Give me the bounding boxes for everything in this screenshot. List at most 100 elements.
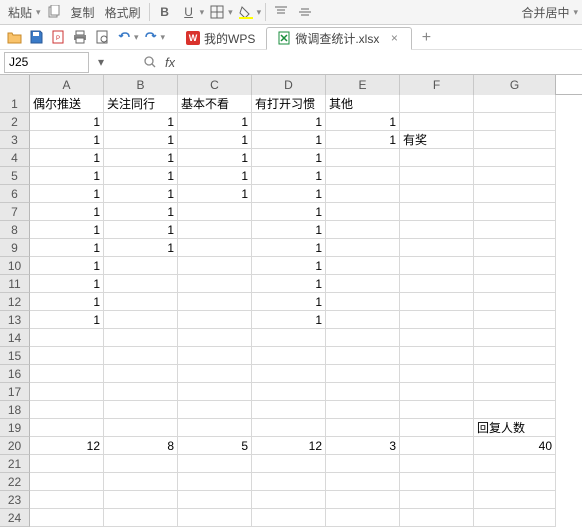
cell[interactable] [178,275,252,293]
copy-label[interactable]: 复制 [67,4,99,21]
cell[interactable] [400,275,474,293]
cell[interactable] [252,401,326,419]
cell[interactable] [400,185,474,203]
cell[interactable] [326,167,400,185]
cell[interactable] [400,239,474,257]
cell[interactable] [104,509,178,527]
merge-center-label[interactable]: 合并居中 [517,4,573,21]
close-icon[interactable]: × [387,31,401,45]
row-header[interactable]: 21 [0,455,30,473]
cell[interactable]: 1 [252,257,326,275]
cell[interactable] [326,275,400,293]
cell[interactable]: 1 [104,113,178,131]
tab-current-file[interactable]: 微调查统计.xlsx × [266,27,412,50]
cell[interactable] [474,95,556,113]
cell[interactable]: 1 [178,149,252,167]
new-tab-button[interactable]: + [416,28,436,48]
column-header[interactable]: F [400,75,474,95]
cell[interactable] [30,365,104,383]
fill-color-button[interactable] [235,2,257,22]
cell[interactable] [474,491,556,509]
redo-dd-icon[interactable]: ▾ [161,32,166,43]
cell[interactable] [178,311,252,329]
row-header[interactable]: 4 [0,149,30,167]
cell[interactable] [326,221,400,239]
cell[interactable] [474,275,556,293]
cell[interactable] [104,491,178,509]
cell[interactable] [178,419,252,437]
cell[interactable] [400,95,474,113]
cell[interactable]: 1 [252,203,326,221]
cell[interactable]: 1 [30,221,104,239]
cell[interactable] [326,293,400,311]
cell[interactable] [178,491,252,509]
tab-wps-home[interactable]: W 我的WPS [175,27,266,50]
cell[interactable] [104,365,178,383]
cell[interactable] [474,293,556,311]
cell[interactable] [400,203,474,221]
cell[interactable] [326,473,400,491]
row-header[interactable]: 3 [0,131,30,149]
cell[interactable] [474,311,556,329]
row-header[interactable]: 6 [0,185,30,203]
cell[interactable]: 1 [30,203,104,221]
cell[interactable] [104,455,178,473]
cell[interactable] [178,401,252,419]
cell[interactable] [400,329,474,347]
cell[interactable] [252,455,326,473]
border-button[interactable] [206,2,228,22]
column-header[interactable]: B [104,75,178,95]
cell[interactable] [326,401,400,419]
cell[interactable] [104,275,178,293]
cell[interactable]: 1 [104,149,178,167]
cell[interactable]: 1 [30,311,104,329]
cell[interactable] [474,509,556,527]
cell[interactable]: 1 [252,293,326,311]
cell[interactable]: 1 [252,113,326,131]
spreadsheet-grid[interactable]: A B C D E F G 1偶尔推送关注同行基本不看有打开习惯其他211111… [0,75,582,527]
cell[interactable] [474,167,556,185]
cell[interactable] [252,419,326,437]
cell[interactable] [178,347,252,365]
cell[interactable] [252,491,326,509]
cell[interactable] [400,401,474,419]
column-header[interactable]: G [474,75,556,95]
column-header[interactable]: C [178,75,252,95]
cell[interactable] [252,347,326,365]
cell[interactable] [104,329,178,347]
cell[interactable]: 其他 [326,95,400,113]
cell[interactable] [178,203,252,221]
cell[interactable]: 5 [178,437,252,455]
cell[interactable] [30,473,104,491]
cell[interactable] [400,473,474,491]
cell[interactable] [252,329,326,347]
cell[interactable]: 1 [104,239,178,257]
cell[interactable] [326,455,400,473]
row-header[interactable]: 12 [0,293,30,311]
cell[interactable]: 1 [252,221,326,239]
cell[interactable] [178,257,252,275]
cell[interactable] [474,473,556,491]
cell[interactable] [474,239,556,257]
cell[interactable] [104,383,178,401]
cell[interactable]: 40 [474,437,556,455]
cell[interactable] [30,419,104,437]
cell[interactable] [326,239,400,257]
cell[interactable]: 1 [30,239,104,257]
cell[interactable] [474,131,556,149]
cell[interactable] [326,347,400,365]
row-header[interactable]: 9 [0,239,30,257]
row-header[interactable]: 22 [0,473,30,491]
cell[interactable] [104,473,178,491]
row-header[interactable]: 16 [0,365,30,383]
align-middle-button[interactable] [294,2,316,22]
name-box[interactable]: J25 [4,52,89,73]
cell[interactable] [178,473,252,491]
cell[interactable]: 12 [252,437,326,455]
column-header[interactable]: D [252,75,326,95]
cell[interactable] [474,203,556,221]
cell[interactable]: 1 [326,131,400,149]
cell[interactable] [326,185,400,203]
cell[interactable] [400,509,474,527]
cell[interactable]: 1 [252,239,326,257]
